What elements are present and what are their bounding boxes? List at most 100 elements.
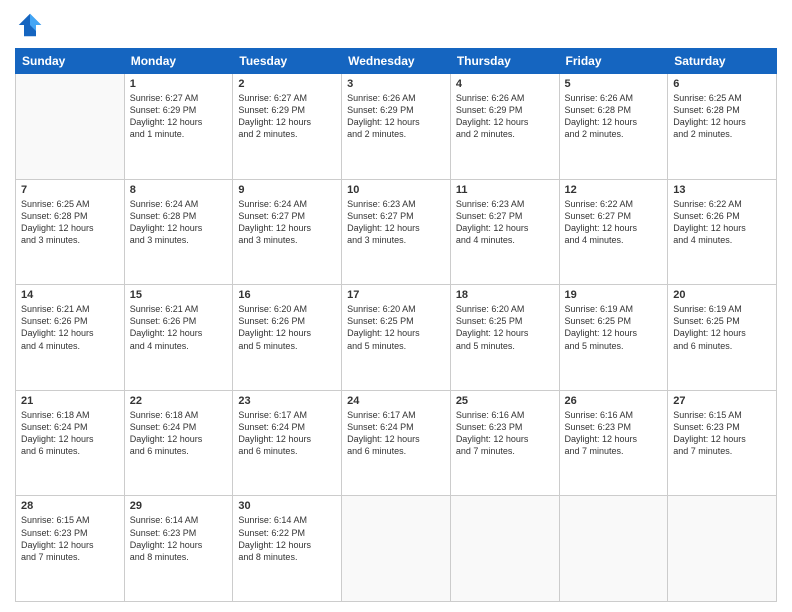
day-number: 9	[238, 184, 336, 196]
calendar-cell	[342, 496, 451, 602]
calendar-cell	[450, 496, 559, 602]
day-info: Sunrise: 6:20 AM Sunset: 6:26 PM Dayligh…	[238, 303, 336, 352]
weekday-thursday: Thursday	[450, 49, 559, 74]
logo	[15, 10, 49, 40]
day-info: Sunrise: 6:16 AM Sunset: 6:23 PM Dayligh…	[565, 409, 663, 458]
day-info: Sunrise: 6:15 AM Sunset: 6:23 PM Dayligh…	[673, 409, 771, 458]
weekday-saturday: Saturday	[668, 49, 777, 74]
day-info: Sunrise: 6:20 AM Sunset: 6:25 PM Dayligh…	[456, 303, 554, 352]
day-number: 6	[673, 78, 771, 90]
day-info: Sunrise: 6:18 AM Sunset: 6:24 PM Dayligh…	[21, 409, 119, 458]
calendar-cell: 7Sunrise: 6:25 AM Sunset: 6:28 PM Daylig…	[16, 179, 125, 285]
logo-icon	[15, 10, 45, 40]
day-number: 11	[456, 184, 554, 196]
day-number: 5	[565, 78, 663, 90]
day-number: 28	[21, 500, 119, 512]
calendar-cell: 2Sunrise: 6:27 AM Sunset: 6:29 PM Daylig…	[233, 74, 342, 180]
calendar-cell: 18 Sunrise: 6:20 AM Sunset: 6:25 PM Dayli…	[450, 285, 559, 391]
day-number: 17	[347, 289, 445, 301]
day-info: Sunrise: 6:23 AM Sunset: 6:27 PM Dayligh…	[456, 198, 554, 247]
calendar-cell: 3 Sunrise: 6:26 AM Sunset: 6:29 PM Daylig…	[342, 74, 451, 180]
day-number: 18	[456, 289, 554, 301]
day-number: 12	[565, 184, 663, 196]
day-info: Sunrise: 6:19 AM Sunset: 6:25 PM Dayligh…	[673, 303, 771, 352]
calendar-cell: 12 Sunrise: 6:22 AM Sunset: 6:27 PM Dayli…	[559, 179, 668, 285]
day-info: Sunrise: 6:14 AM Sunset: 6:22 PM Dayligh…	[238, 514, 336, 563]
day-info: Sunrise: 6:22 AM Sunset: 6:27 PM Dayligh…	[565, 198, 663, 247]
calendar-cell	[668, 496, 777, 602]
calendar-cell: 28 Sunrise: 6:15 AM Sunset: 6:23 PM Dayli…	[16, 496, 125, 602]
calendar-cell	[16, 74, 125, 180]
calendar-table: SundayMondayTuesdayWednesdayThursdayFrid…	[15, 48, 777, 602]
week-row-3: 14 Sunrise: 6:21 AM Sunset: 6:26 PM Dayli…	[16, 285, 777, 391]
header	[15, 10, 777, 40]
day-number: 13	[673, 184, 771, 196]
day-info: Sunrise: 6:15 AM Sunset: 6:23 PM Dayligh…	[21, 514, 119, 563]
day-info: Sunrise: 6:23 AM Sunset: 6:27 PM Dayligh…	[347, 198, 445, 247]
calendar-cell: 5 Sunrise: 6:26 AM Sunset: 6:28 PM Daylig…	[559, 74, 668, 180]
calendar-cell: 27 Sunrise: 6:15 AM Sunset: 6:23 PM Dayli…	[668, 390, 777, 496]
calendar-cell: 25 Sunrise: 6:16 AM Sunset: 6:23 PM Dayli…	[450, 390, 559, 496]
calendar-cell: 29 Sunrise: 6:14 AM Sunset: 6:23 PM Dayli…	[124, 496, 233, 602]
calendar-cell: 26Sunrise: 6:16 AM Sunset: 6:23 PM Dayli…	[559, 390, 668, 496]
day-number: 21	[21, 395, 119, 407]
day-info: Sunrise: 6:26 AM Sunset: 6:29 PM Dayligh…	[456, 92, 554, 141]
calendar-cell: 13Sunrise: 6:22 AM Sunset: 6:26 PM Dayli…	[668, 179, 777, 285]
calendar-cell: 8 Sunrise: 6:24 AM Sunset: 6:28 PM Daylig…	[124, 179, 233, 285]
day-number: 3	[347, 78, 445, 90]
calendar-cell: 16Sunrise: 6:20 AM Sunset: 6:26 PM Dayli…	[233, 285, 342, 391]
weekday-friday: Friday	[559, 49, 668, 74]
weekday-monday: Monday	[124, 49, 233, 74]
calendar-cell: 22 Sunrise: 6:18 AM Sunset: 6:24 PM Dayli…	[124, 390, 233, 496]
calendar-cell: 6 Sunrise: 6:25 AM Sunset: 6:28 PM Daylig…	[668, 74, 777, 180]
day-number: 23	[238, 395, 336, 407]
day-number: 29	[130, 500, 228, 512]
day-info: Sunrise: 6:17 AM Sunset: 6:24 PM Dayligh…	[238, 409, 336, 458]
calendar-cell: 1 Sunrise: 6:27 AM Sunset: 6:29 PM Daylig…	[124, 74, 233, 180]
week-row-1: 1 Sunrise: 6:27 AM Sunset: 6:29 PM Daylig…	[16, 74, 777, 180]
calendar-cell: 17Sunrise: 6:20 AM Sunset: 6:25 PM Dayli…	[342, 285, 451, 391]
weekday-header-row: SundayMondayTuesdayWednesdayThursdayFrid…	[16, 49, 777, 74]
calendar-cell: 15 Sunrise: 6:21 AM Sunset: 6:26 PM Dayli…	[124, 285, 233, 391]
day-number: 14	[21, 289, 119, 301]
day-number: 25	[456, 395, 554, 407]
weekday-sunday: Sunday	[16, 49, 125, 74]
calendar-cell: 24Sunrise: 6:17 AM Sunset: 6:24 PM Dayli…	[342, 390, 451, 496]
calendar-cell: 23 Sunrise: 6:17 AM Sunset: 6:24 PM Dayli…	[233, 390, 342, 496]
day-info: Sunrise: 6:21 AM Sunset: 6:26 PM Dayligh…	[130, 303, 228, 352]
calendar-cell: 4 Sunrise: 6:26 AM Sunset: 6:29 PM Daylig…	[450, 74, 559, 180]
day-info: Sunrise: 6:18 AM Sunset: 6:24 PM Dayligh…	[130, 409, 228, 458]
day-info: Sunrise: 6:25 AM Sunset: 6:28 PM Dayligh…	[21, 198, 119, 247]
day-number: 24	[347, 395, 445, 407]
day-number: 10	[347, 184, 445, 196]
day-info: Sunrise: 6:26 AM Sunset: 6:29 PM Dayligh…	[347, 92, 445, 141]
day-info: Sunrise: 6:16 AM Sunset: 6:23 PM Dayligh…	[456, 409, 554, 458]
day-number: 8	[130, 184, 228, 196]
day-number: 30	[238, 500, 336, 512]
week-row-5: 28 Sunrise: 6:15 AM Sunset: 6:23 PM Dayli…	[16, 496, 777, 602]
day-info: Sunrise: 6:19 AM Sunset: 6:25 PM Dayligh…	[565, 303, 663, 352]
calendar-cell: 21 Sunrise: 6:18 AM Sunset: 6:24 PM Dayli…	[16, 390, 125, 496]
day-info: Sunrise: 6:27 AM Sunset: 6:29 PM Dayligh…	[130, 92, 228, 141]
day-number: 22	[130, 395, 228, 407]
day-number: 27	[673, 395, 771, 407]
day-info: Sunrise: 6:14 AM Sunset: 6:23 PM Dayligh…	[130, 514, 228, 563]
calendar-cell: 20Sunrise: 6:19 AM Sunset: 6:25 PM Dayli…	[668, 285, 777, 391]
weekday-wednesday: Wednesday	[342, 49, 451, 74]
day-number: 4	[456, 78, 554, 90]
day-info: Sunrise: 6:24 AM Sunset: 6:28 PM Dayligh…	[130, 198, 228, 247]
calendar-cell	[559, 496, 668, 602]
day-number: 2	[238, 78, 336, 90]
day-number: 1	[130, 78, 228, 90]
day-number: 19	[565, 289, 663, 301]
weekday-tuesday: Tuesday	[233, 49, 342, 74]
day-number: 15	[130, 289, 228, 301]
day-info: Sunrise: 6:26 AM Sunset: 6:28 PM Dayligh…	[565, 92, 663, 141]
calendar-cell: 19 Sunrise: 6:19 AM Sunset: 6:25 PM Dayli…	[559, 285, 668, 391]
calendar-cell: 11 Sunrise: 6:23 AM Sunset: 6:27 PM Dayli…	[450, 179, 559, 285]
page: SundayMondayTuesdayWednesdayThursdayFrid…	[0, 0, 792, 612]
week-row-4: 21 Sunrise: 6:18 AM Sunset: 6:24 PM Dayli…	[16, 390, 777, 496]
week-row-2: 7Sunrise: 6:25 AM Sunset: 6:28 PM Daylig…	[16, 179, 777, 285]
day-info: Sunrise: 6:25 AM Sunset: 6:28 PM Dayligh…	[673, 92, 771, 141]
day-info: Sunrise: 6:24 AM Sunset: 6:27 PM Dayligh…	[238, 198, 336, 247]
